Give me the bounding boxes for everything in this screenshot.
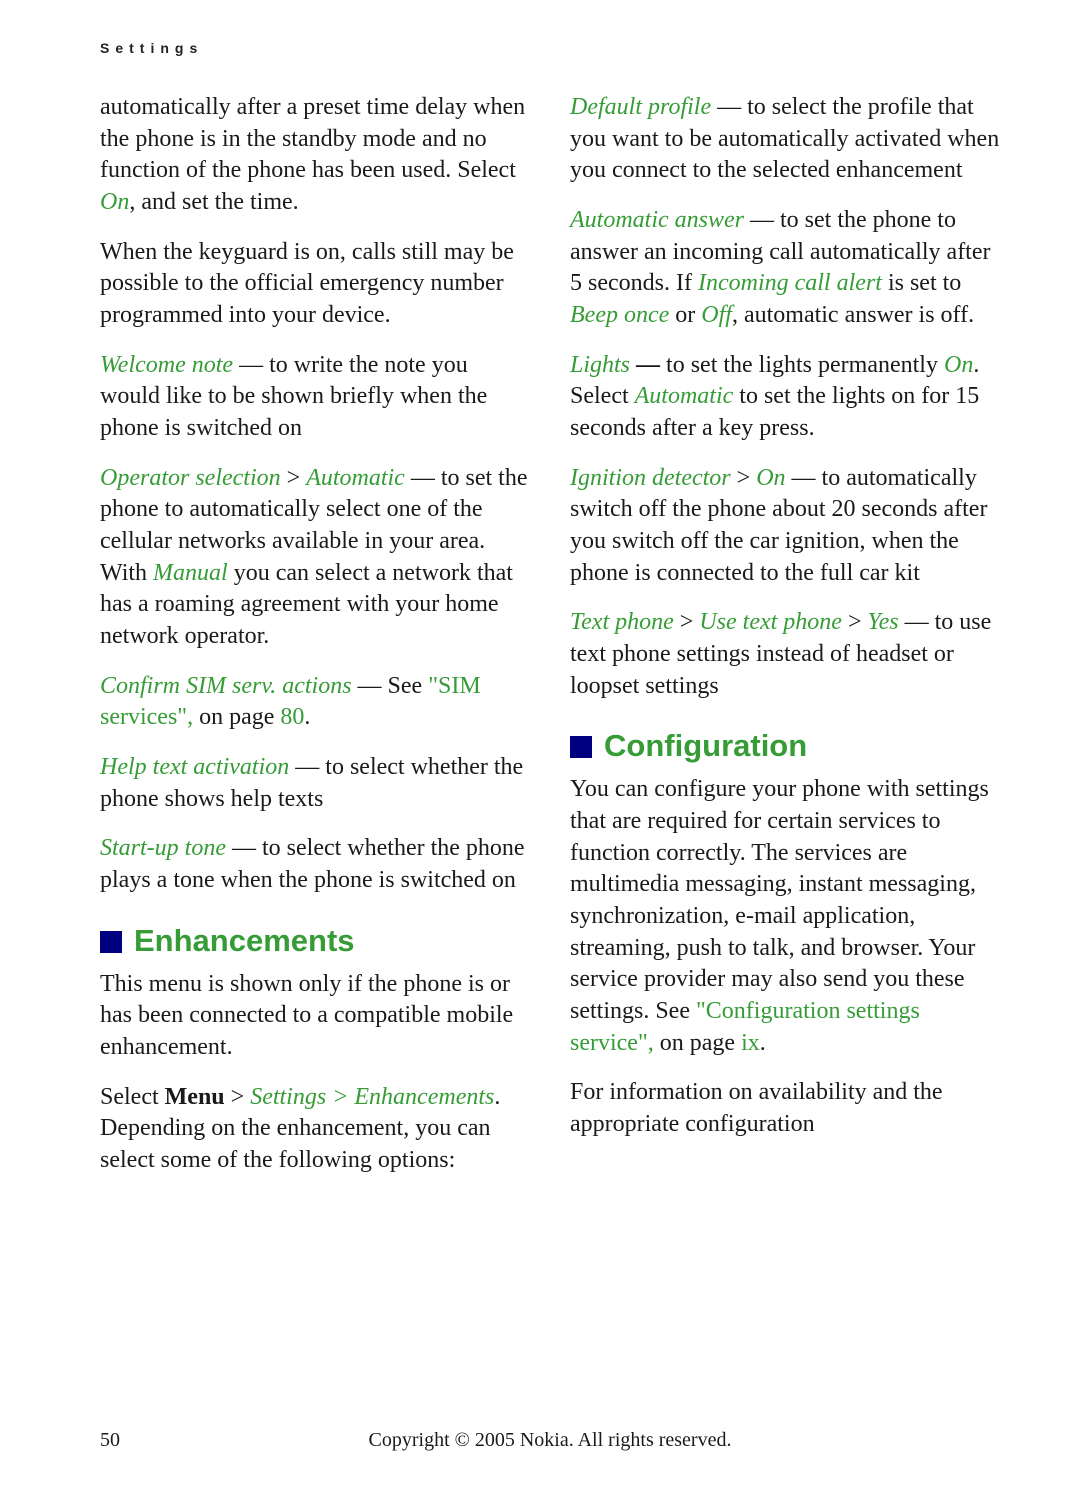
text: or bbox=[669, 302, 701, 328]
ui-term-lights: Lights bbox=[570, 352, 630, 378]
section-bullet-icon bbox=[570, 736, 592, 758]
ui-term-menu: Menu bbox=[165, 1084, 225, 1110]
para-text-phone: Text phone > Use text phone > Yes — to u… bbox=[570, 607, 1000, 702]
ui-term-welcome-note: Welcome note bbox=[100, 352, 233, 378]
ui-term-confirm-sim: Confirm SIM serv. actions bbox=[100, 673, 352, 699]
ui-term-use-text-phone: Use text phone bbox=[699, 609, 842, 635]
link-page-ix[interactable]: ix bbox=[741, 1030, 760, 1056]
text: on page bbox=[654, 1030, 741, 1056]
ui-term-yes: Yes bbox=[868, 609, 899, 635]
ui-term-automatic: Automatic bbox=[635, 383, 734, 409]
ui-term-default-profile: Default profile bbox=[570, 94, 711, 120]
ui-term-manual: Manual bbox=[153, 560, 228, 586]
para-lights: Lights — to set the lights permanently O… bbox=[570, 350, 1000, 445]
para-default-profile: Default profile — to select the profile … bbox=[570, 92, 1000, 187]
para-welcome-note: Welcome note — to write the note you wou… bbox=[100, 350, 530, 445]
heading-text: Configuration bbox=[604, 728, 807, 764]
para-keyguard-auto: automatically after a preset time delay … bbox=[100, 92, 530, 219]
text: is set to bbox=[882, 270, 961, 296]
heading-enhancements: Enhancements bbox=[100, 923, 530, 959]
para-operator-selection: Operator selection > Automatic — to set … bbox=[100, 463, 530, 653]
text: > bbox=[225, 1084, 251, 1110]
ui-term-ignition-detector: Ignition detector bbox=[570, 465, 731, 491]
text: > bbox=[281, 465, 307, 491]
ui-term-help-text: Help text activation bbox=[100, 754, 289, 780]
ui-term-operator-selection: Operator selection bbox=[100, 465, 281, 491]
ui-term-on: On bbox=[944, 352, 973, 378]
para-enh-intro: This menu is shown only if the phone is … bbox=[100, 969, 530, 1064]
text: to set the lights permanently bbox=[666, 352, 944, 378]
running-header: Settings bbox=[100, 40, 1000, 56]
para-keyguard-emergency: When the keyguard is on, calls still may… bbox=[100, 237, 530, 332]
ui-term-text-phone: Text phone bbox=[570, 609, 674, 635]
para-enh-select: Select Menu > Settings > Enhancements. D… bbox=[100, 1082, 530, 1177]
para-startup-tone: Start-up tone — to select whether the ph… bbox=[100, 833, 530, 896]
ui-term-enhancements: Enhancements bbox=[354, 1084, 494, 1110]
body-columns: automatically after a preset time delay … bbox=[100, 92, 1000, 1195]
text: > bbox=[842, 609, 868, 635]
text: You can configure your phone with settin… bbox=[570, 776, 989, 1024]
text: Select bbox=[100, 1084, 165, 1110]
ui-term-incoming-call-alert: Incoming call alert bbox=[698, 270, 882, 296]
page: Settings automatically after a preset ti… bbox=[0, 0, 1080, 1496]
heading-configuration: Configuration bbox=[570, 728, 1000, 764]
ui-term-on: On bbox=[100, 189, 129, 215]
text: automatically after a preset time delay … bbox=[100, 94, 525, 183]
text: . bbox=[304, 704, 310, 730]
footer-copyright: Copyright © 2005 Nokia. All rights reser… bbox=[100, 1429, 1000, 1452]
para-ignition-detector: Ignition detector > On — to automaticall… bbox=[570, 463, 1000, 590]
ui-term-automatic-answer: Automatic answer bbox=[570, 207, 744, 233]
link-page-80[interactable]: 80 bbox=[280, 704, 304, 730]
text: , automatic answer is off. bbox=[732, 302, 974, 328]
ui-term-automatic: Automatic bbox=[306, 465, 405, 491]
heading-text: Enhancements bbox=[134, 923, 355, 959]
section-bullet-icon bbox=[100, 931, 122, 953]
text: > bbox=[674, 609, 700, 635]
ui-term-settings: Settings bbox=[250, 1084, 326, 1110]
para-confirm-sim: Confirm SIM serv. actions — See "SIM ser… bbox=[100, 671, 530, 734]
text: > bbox=[731, 465, 757, 491]
right-column: Default profile — to select the profile … bbox=[570, 92, 1000, 1195]
text: , and set the time. bbox=[129, 189, 298, 215]
ui-term-startup-tone: Start-up tone bbox=[100, 835, 226, 861]
text: . bbox=[760, 1030, 766, 1056]
text: > bbox=[326, 1084, 354, 1110]
ui-term-beep-once: Beep once bbox=[570, 302, 669, 328]
text: on page bbox=[193, 704, 280, 730]
ui-term-on: On bbox=[756, 465, 785, 491]
page-footer: Copyright © 2005 Nokia. All rights reser… bbox=[100, 1429, 1000, 1452]
para-conf-intro: You can configure your phone with settin… bbox=[570, 774, 1000, 1059]
para-help-text: Help text activation — to select whether… bbox=[100, 752, 530, 815]
ui-term-off: Off bbox=[701, 302, 732, 328]
text: — bbox=[630, 352, 666, 378]
para-conf-availability: For information on availability and the … bbox=[570, 1077, 1000, 1140]
text: — See bbox=[352, 673, 429, 699]
para-automatic-answer: Automatic answer — to set the phone to a… bbox=[570, 205, 1000, 332]
left-column: automatically after a preset time delay … bbox=[100, 92, 530, 1195]
